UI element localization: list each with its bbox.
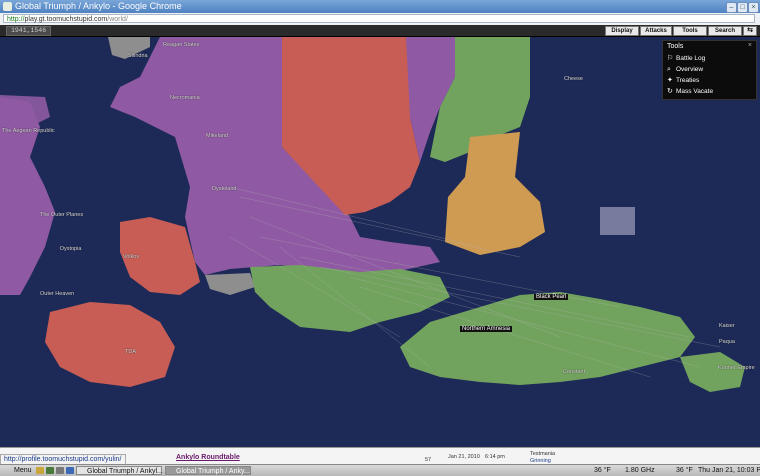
place-label: Reagan States — [163, 42, 200, 48]
tools-item-label: Mass Vacate — [676, 88, 714, 95]
window-title: Global Triumph / Ankylo - Google Chrome — [15, 1, 182, 11]
close-icon[interactable]: × — [748, 42, 752, 49]
coordinate-readout: 1941,1546 — [6, 26, 52, 36]
os-taskbar: Menu Global Triumph / Ankyl... Global Tr… — [0, 464, 760, 476]
place-label: Silindria — [128, 53, 148, 59]
place-label: Volkov — [123, 254, 140, 260]
user-link[interactable]: Testmania — [530, 451, 555, 457]
post-time: 6:14 pm — [485, 454, 505, 460]
place-label: Dystopia — [60, 246, 82, 252]
tools-item-label: Battle Log — [676, 55, 706, 62]
place-label: Kunner Empire — [718, 365, 755, 371]
tools-item-treaties[interactable]: ✦ Treaties — [667, 76, 753, 85]
place-label: Necromania — [170, 95, 200, 101]
search-button[interactable]: Search — [708, 26, 742, 36]
place-label: Paqua — [719, 339, 735, 345]
menu-button[interactable]: Menu — [2, 466, 34, 475]
display-button[interactable]: Display — [605, 26, 639, 36]
place-label: Outer Heaven — [40, 291, 75, 297]
refresh-icon: ↻ — [667, 88, 673, 95]
post-date: Jan 21, 2010 — [448, 454, 480, 460]
place-label: The Aegean Republic — [2, 128, 55, 134]
nation-label[interactable]: Northern Amnesia — [460, 326, 513, 332]
tools-item-battle-log[interactable]: ⚐ Battle Log — [667, 54, 753, 63]
minimize-icon[interactable]: – — [726, 2, 737, 13]
tools-item-overview[interactable]: ⌕ Overview — [667, 65, 753, 74]
weather-temp: 36 °F — [594, 467, 611, 474]
place-label: Cheese — [564, 76, 583, 82]
app-icon — [3, 2, 12, 11]
window-titlebar: Global Triumph / Ankylo - Google Chrome … — [0, 0, 760, 13]
task-chrome-window-1[interactable]: Global Triumph / Ankyl... — [76, 466, 163, 475]
tools-item-label: Treaties — [676, 77, 700, 84]
tools-item-mass-vacate[interactable]: ↻ Mass Vacate — [667, 87, 753, 96]
terminal-icon[interactable] — [46, 467, 54, 474]
url-scheme: http:// — [7, 16, 25, 23]
maximize-icon[interactable]: □ — [737, 2, 748, 13]
nation-label[interactable]: Black Pearl — [534, 294, 569, 300]
place-label: Dysteland — [212, 186, 237, 192]
place-label: Constant — [563, 369, 586, 375]
binoculars-icon: ⚐ — [667, 55, 674, 62]
clock[interactable]: Thu Jan 21, 10:03 PM — [698, 466, 760, 475]
world-map[interactable]: Black Pearl Northern Amnesia Silindria R… — [0, 37, 760, 447]
weather-temp-2: 36 °F — [676, 467, 693, 474]
place-label: The Outer Planes — [40, 212, 84, 218]
broadcast-icon[interactable]: ⇆ — [743, 26, 757, 36]
game-toolbar: 1941,1546 Display Attacks Tools Search ⇆ — [0, 25, 760, 37]
url-path: /world/ — [107, 16, 128, 23]
place-label: Mikeland — [206, 133, 229, 139]
menu-label: Menu — [14, 467, 32, 474]
place-label: TDA — [125, 349, 136, 355]
tools-title: Tools — [667, 43, 684, 50]
task-chrome-window-2[interactable]: Global Triumph / Anky... — [165, 466, 251, 475]
tools-panel: Tools × ⚐ Battle Log ⌕ Overview ✦ Treaties … — [662, 40, 757, 100]
close-icon[interactable]: × — [748, 2, 759, 13]
url-host: play.gt.toomuchstupid.com — [24, 16, 108, 23]
browser-icon[interactable] — [66, 467, 74, 474]
roundtable-link[interactable]: Ankylo Roundtable — [176, 454, 240, 461]
cpu-frequency: 1.80 GHz — [625, 467, 655, 474]
place-label: Kaiser — [719, 323, 735, 329]
magnifier-icon: ⌕ — [667, 66, 671, 73]
map-canvas[interactable] — [0, 37, 760, 447]
post-count: 57 — [425, 457, 432, 463]
url-input[interactable]: http://play.gt.toomuchstupid.com/world/ — [3, 14, 755, 23]
tools-button[interactable]: Tools — [673, 26, 707, 36]
handshake-icon: ✦ — [667, 77, 673, 84]
attacks-button[interactable]: Attacks — [640, 26, 672, 36]
tools-item-label: Overview — [676, 66, 704, 73]
mail-icon[interactable] — [36, 467, 44, 474]
files-icon[interactable] — [56, 467, 64, 474]
